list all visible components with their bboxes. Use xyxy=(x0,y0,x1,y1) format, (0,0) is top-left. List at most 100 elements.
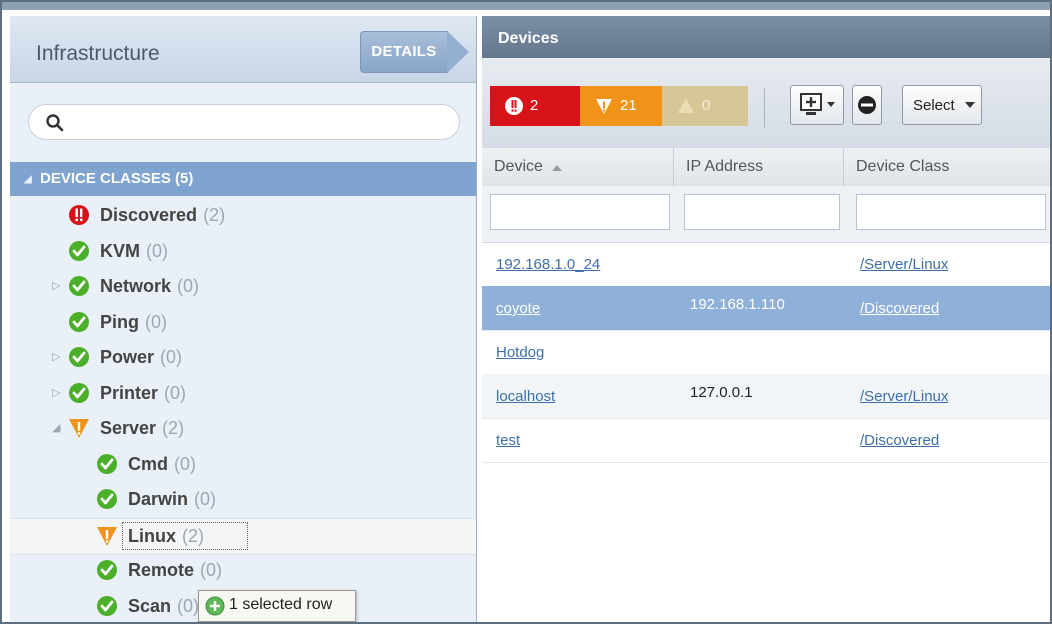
tooltip-text: 1 selected row xyxy=(229,596,333,613)
critical-icon xyxy=(69,205,89,225)
delete-button[interactable] xyxy=(852,85,882,125)
tree-node-ping[interactable]: Ping (0) xyxy=(10,305,476,340)
app-window: Infrastructure DETAILS ◢ DEVICE CLASSES … xyxy=(0,0,1052,624)
device-class-link[interactable]: /Discovered xyxy=(860,432,939,449)
monitor-menu-button[interactable] xyxy=(790,85,844,125)
node-count: (0) xyxy=(174,453,196,474)
tree-node-kvm[interactable]: KVM (0) xyxy=(10,234,476,269)
warning-icon xyxy=(97,526,117,546)
column-ip-label: IP Address xyxy=(686,158,764,175)
select-dropdown-button[interactable]: Select xyxy=(902,85,982,125)
device-class-link[interactable]: /Server/Linux xyxy=(860,388,948,405)
warning-icon xyxy=(678,98,694,113)
expand-icon[interactable]: ▷ xyxy=(52,279,60,292)
expand-icon[interactable]: ▷ xyxy=(52,350,60,363)
node-count: (0) xyxy=(145,311,167,332)
sort-ascending-icon xyxy=(552,165,562,171)
warning-icon xyxy=(69,419,89,438)
column-header-device[interactable]: Device xyxy=(482,148,674,186)
table-row[interactable]: localhost 127.0.0.1/Server/Linux xyxy=(482,374,1050,419)
warning-count: 0 xyxy=(702,97,711,114)
tree-node-label: Ping (0) xyxy=(100,312,167,333)
node-count: (0) xyxy=(200,560,223,580)
column-header-device-class[interactable]: Device Class xyxy=(844,148,1050,186)
drag-tooltip: 1 selected row xyxy=(198,590,356,622)
device-class-filter-input[interactable] xyxy=(856,194,1046,230)
critical-events-badge[interactable]: 2 xyxy=(490,86,580,126)
table-row[interactable]: 192.168.1.0_24/Server/Linux xyxy=(482,242,1050,287)
column-header-ip[interactable]: IP Address xyxy=(674,148,844,186)
device-class-link[interactable]: /Server/Linux xyxy=(860,256,948,273)
tree-node-label: Discovered (2) xyxy=(100,205,225,226)
tree-node-remote[interactable]: Remote (0) xyxy=(10,553,476,588)
column-filters xyxy=(482,186,1050,243)
toolbar-divider xyxy=(764,88,765,128)
tree-node-power[interactable]: ▷ Power (0) xyxy=(10,340,476,375)
check-icon xyxy=(69,276,89,296)
collapse-icon[interactable]: ◢ xyxy=(52,421,60,434)
select-label: Select xyxy=(913,97,955,114)
devices-grid-header: Device IP Address Device Class xyxy=(482,148,1050,187)
node-count: (0) xyxy=(146,240,168,261)
tree-node-darwin[interactable]: Darwin (0) xyxy=(10,482,476,517)
node-name: KVM xyxy=(100,240,140,261)
tree-node-network[interactable]: ▷ Network (0) xyxy=(10,269,476,304)
search-input[interactable] xyxy=(28,104,460,140)
details-button[interactable]: DETAILS xyxy=(360,31,448,73)
table-row[interactable]: Hotdog xyxy=(482,330,1050,375)
tree-node-linux[interactable]: Linux (2) xyxy=(10,517,476,555)
device-class-link[interactable]: /Discovered xyxy=(860,300,939,317)
node-name: Power xyxy=(100,347,155,367)
infrastructure-panel: Infrastructure DETAILS ◢ DEVICE CLASSES … xyxy=(10,16,477,622)
check-icon xyxy=(97,453,117,474)
device-link[interactable]: 192.168.1.0_24 xyxy=(496,256,600,273)
node-count: (0) xyxy=(160,347,183,367)
tree-node-printer[interactable]: ▷ Printer (0) xyxy=(10,376,476,411)
table-row[interactable]: test/Discovered xyxy=(482,418,1050,463)
tree-node-discovered[interactable]: Discovered (2) xyxy=(10,198,476,233)
details-arrow[interactable] xyxy=(447,31,469,73)
device-link[interactable]: test xyxy=(496,432,520,449)
tree-header-label: DEVICE CLASSES (5) xyxy=(40,170,194,187)
critical-icon xyxy=(505,97,523,115)
panel-title: Infrastructure xyxy=(36,42,160,65)
device-link[interactable]: localhost xyxy=(496,388,555,405)
panel-header: Infrastructure DETAILS xyxy=(10,16,476,83)
tree-header[interactable]: ◢ DEVICE CLASSES (5) xyxy=(10,162,476,196)
error-events-badge[interactable]: 21 xyxy=(580,86,662,126)
tree-node-label: Printer (0) xyxy=(100,383,186,404)
tree-node-label: Scan (0) xyxy=(128,596,199,617)
node-count: (0) xyxy=(177,276,200,296)
tree-node-label: Power (0) xyxy=(100,347,182,368)
critical-count: 2 xyxy=(530,97,539,114)
chevron-down-icon xyxy=(965,102,975,108)
check-icon xyxy=(69,347,89,367)
node-count: (0) xyxy=(177,595,200,616)
tree-node-server[interactable]: ◢ Server (2) xyxy=(10,411,476,446)
error-count: 21 xyxy=(620,97,637,114)
devices-toolbar: 2 21 0 Select xyxy=(482,58,1050,149)
node-name: Printer xyxy=(100,382,159,403)
table-row[interactable]: coyote 192.168.1.110/Discovered xyxy=(482,286,1050,331)
node-name: Network xyxy=(100,276,172,296)
ip-address: 192.168.1.110 xyxy=(690,296,785,313)
device-filter-input[interactable] xyxy=(490,194,670,230)
check-icon xyxy=(97,560,117,580)
collapse-icon[interactable]: ◢ xyxy=(24,174,32,185)
tree-node-cmd[interactable]: Cmd (0) xyxy=(10,447,476,482)
node-name: Discovered xyxy=(100,205,198,225)
monitor-add-icon xyxy=(800,93,835,115)
tree-node-label: Darwin (0) xyxy=(128,489,216,510)
ip-filter-input[interactable] xyxy=(684,194,840,230)
search-icon xyxy=(46,114,64,132)
add-icon xyxy=(205,596,225,616)
expand-icon[interactable]: ▷ xyxy=(52,386,60,399)
warning-events-badge[interactable]: 0 xyxy=(662,86,748,126)
drop-target-outline xyxy=(122,521,248,550)
node-name: Server xyxy=(100,418,157,438)
node-count: (0) xyxy=(194,489,217,509)
ip-address: 127.0.0.1 xyxy=(690,384,753,401)
device-link[interactable]: coyote xyxy=(496,300,540,317)
node-count: (2) xyxy=(203,205,226,225)
device-link[interactable]: Hotdog xyxy=(496,344,544,361)
